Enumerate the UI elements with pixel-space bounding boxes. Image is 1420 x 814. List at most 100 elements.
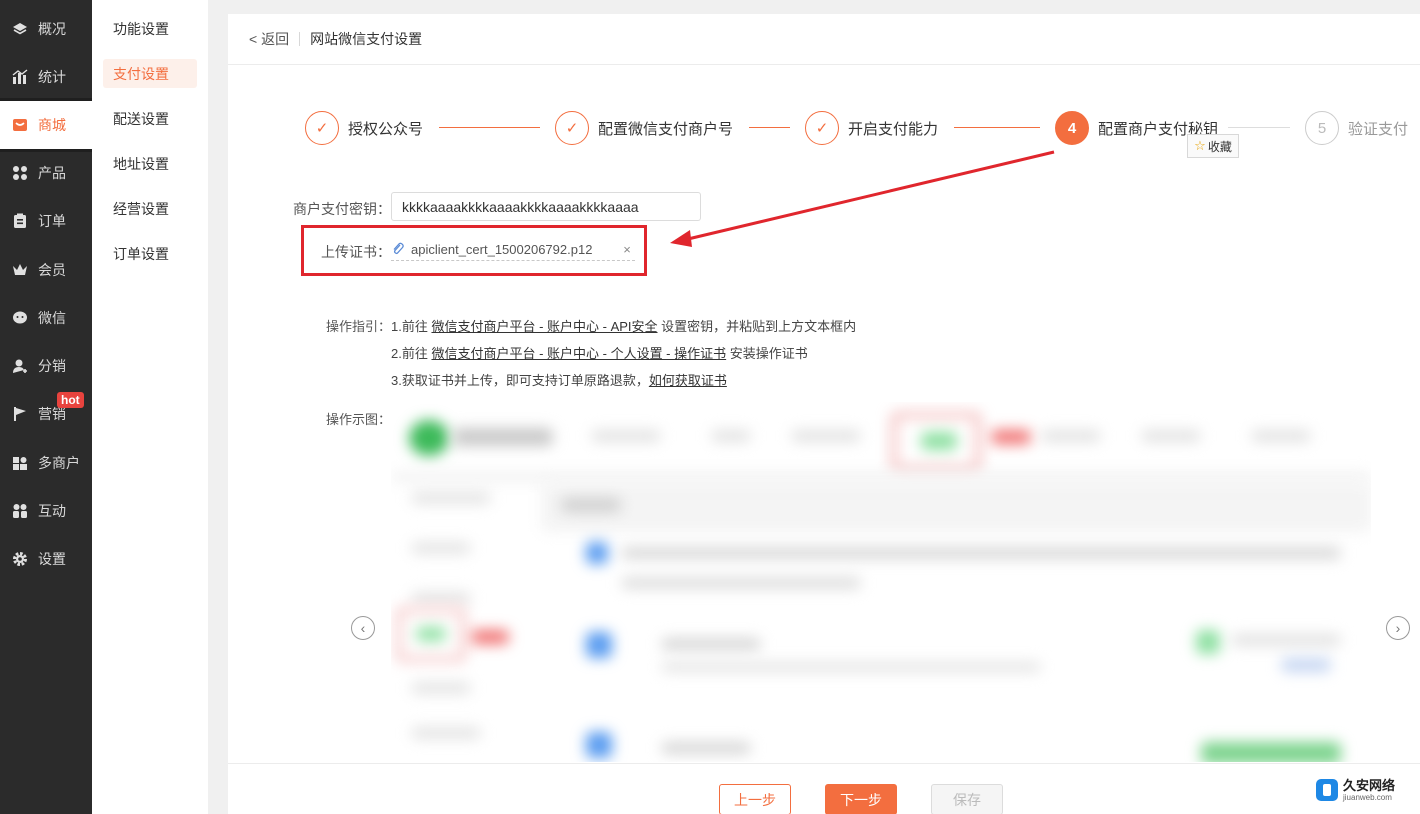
nav-label: 商城	[38, 117, 66, 133]
step-label: 授权公众号	[348, 120, 424, 138]
subnav-item-payment[interactable]: 支付设置	[103, 59, 197, 88]
demo-label: 操作示图：	[325, 412, 391, 427]
nav-label: 多商户	[38, 455, 80, 471]
step-check-icon: ✓	[305, 111, 339, 145]
guide-step-1: 1.前往 微信支付商户平台 - 账户中心 - API安全 设置密钥，并粘贴到上方…	[391, 316, 856, 335]
cert-file-name[interactable]: apiclient_cert_1500206792.p12	[411, 242, 619, 257]
favorite-label: 收藏	[1207, 139, 1232, 154]
back-link[interactable]: < 返回	[249, 29, 289, 49]
nav-label: 产品	[38, 165, 66, 181]
step-check-icon: ✓	[805, 111, 839, 145]
guide-text: 2.前往	[391, 346, 432, 361]
watermark-en: jiuanweb.com	[1343, 792, 1392, 802]
prev-step-button[interactable]: 上一步	[719, 784, 791, 814]
close-icon[interactable]: ×	[619, 242, 635, 257]
nav-label: 统计	[38, 69, 66, 85]
nav-label: 互动	[38, 503, 66, 519]
step-2: ✓ 配置微信支付商户号	[555, 110, 733, 146]
watermark: 久安网络 jiuanweb.com	[1316, 776, 1395, 804]
how-get-cert-link[interactable]: 如何获取证书	[649, 373, 727, 388]
page-title: 网站微信支付设置	[310, 31, 423, 47]
step-label: 开启支付能力	[848, 120, 939, 138]
cert-file-row: apiclient_cert_1500206792.p12 ×	[391, 238, 635, 261]
multi-store-icon	[12, 455, 28, 471]
carousel-prev-button[interactable]: ‹	[351, 616, 375, 640]
carousel-next-button[interactable]: ›	[1386, 616, 1410, 640]
guide-text: 安装操作证书	[726, 346, 808, 361]
nav-label: 概况	[38, 21, 66, 37]
watermark-logo-icon	[1316, 779, 1338, 801]
page-header: < 返回 网站微信支付设置	[228, 14, 1420, 65]
cert-label: 上传证书：	[321, 244, 391, 260]
nav-item-members[interactable]: 会员	[0, 246, 92, 294]
nav-item-distribution[interactable]: 分销	[0, 342, 92, 390]
guide-step-3: 3.获取证书并上传，即可支持订单原路退款，如何获取证书	[391, 370, 727, 389]
guide-text: 1.前往	[391, 319, 432, 334]
flag-icon	[12, 406, 28, 422]
shop-icon	[12, 117, 28, 133]
paperclip-icon	[391, 242, 405, 256]
next-step-button[interactable]: 下一步	[825, 784, 897, 814]
sub-nav: 功能设置 支付设置 配送设置 地址设置 经营设置 订单设置	[92, 0, 208, 814]
main-nav: 概况 统计 商城 产品 订单 会员 微信 分销 营销 hot 多商户 互动 设置	[0, 0, 92, 814]
nav-label: 设置	[38, 551, 66, 567]
nav-item-orders[interactable]: 订单	[0, 197, 92, 245]
subnav-item-address[interactable]: 地址设置	[103, 149, 197, 178]
subnav-item-function[interactable]: 功能设置	[103, 14, 197, 43]
wechat-icon	[12, 310, 28, 326]
step-connector	[439, 127, 540, 128]
nav-item-marketing[interactable]: 营销 hot	[0, 390, 92, 438]
watermark-cn: 久安网络	[1343, 777, 1396, 793]
merchant-key-input[interactable]	[391, 192, 701, 221]
order-icon	[12, 213, 28, 229]
grid-icon	[12, 165, 28, 181]
subnav-item-order[interactable]: 订单设置	[103, 239, 197, 268]
nav-label: 订单	[38, 213, 66, 229]
step-1: ✓ 授权公众号	[305, 110, 423, 146]
guide-label: 操作指引：	[325, 319, 391, 334]
nav-label: 分销	[38, 358, 66, 374]
key-label: 商户支付密钥：	[293, 201, 391, 217]
api-security-link[interactable]: 微信支付商户平台 - 账户中心 - API安全	[431, 319, 657, 334]
step-number: 5	[1305, 111, 1339, 145]
nav-label: 会员	[38, 262, 66, 278]
step-connector	[749, 127, 790, 128]
demo-screenshot	[391, 402, 1371, 762]
nav-item-multi-merchant[interactable]: 多商户	[0, 439, 92, 487]
step-connector	[954, 127, 1040, 128]
nav-item-shop[interactable]: 商城	[0, 101, 92, 149]
footer-bar: 上一步 下一步 保存	[228, 763, 1420, 814]
divider	[299, 32, 301, 46]
hot-badge: hot	[57, 392, 84, 408]
step-check-icon: ✓	[555, 111, 589, 145]
subnav-item-delivery[interactable]: 配送设置	[103, 104, 197, 133]
step-label: 配置微信支付商户号	[598, 120, 734, 138]
user-share-icon	[12, 358, 28, 374]
chart-icon	[12, 69, 28, 85]
nav-item-wechat[interactable]: 微信	[0, 294, 92, 342]
interact-icon	[12, 503, 28, 519]
guide-text: 设置密钥，并粘贴到上方文本框内	[657, 319, 857, 334]
star-icon: ☆	[1194, 138, 1206, 153]
nav-item-interaction[interactable]: 互动	[0, 487, 92, 535]
layers-icon	[12, 21, 28, 37]
save-button[interactable]: 保存	[931, 784, 1003, 814]
favorite-tag[interactable]: ☆ 收藏	[1187, 134, 1239, 158]
crown-icon	[12, 262, 28, 278]
subnav-item-business[interactable]: 经营设置	[103, 194, 197, 223]
step-3: ✓ 开启支付能力	[805, 110, 938, 146]
step-connector	[1228, 127, 1290, 128]
step-number: 4	[1055, 111, 1089, 145]
nav-label: 微信	[38, 310, 66, 326]
nav-item-settings[interactable]: 设置	[0, 535, 92, 583]
nav-item-products[interactable]: 产品	[0, 149, 92, 197]
guide-text: 3.获取证书并上传，即可支持订单原路退款，	[391, 373, 649, 388]
operation-cert-link[interactable]: 微信支付商户平台 - 账户中心 - 个人设置 - 操作证书	[431, 346, 726, 361]
main-panel: < 返回 网站微信支付设置 ✓ 授权公众号 ✓ 配置微信支付商户号 ✓ 开启支付…	[228, 14, 1420, 814]
guide-step-2: 2.前往 微信支付商户平台 - 账户中心 - 个人设置 - 操作证书 安装操作证…	[391, 343, 808, 362]
gear-icon	[12, 551, 28, 567]
nav-item-overview[interactable]: 概况	[0, 5, 92, 53]
step-label: 验证支付	[1348, 120, 1409, 138]
step-5: 5 验证支付	[1305, 110, 1408, 146]
nav-item-stats[interactable]: 统计	[0, 53, 92, 101]
